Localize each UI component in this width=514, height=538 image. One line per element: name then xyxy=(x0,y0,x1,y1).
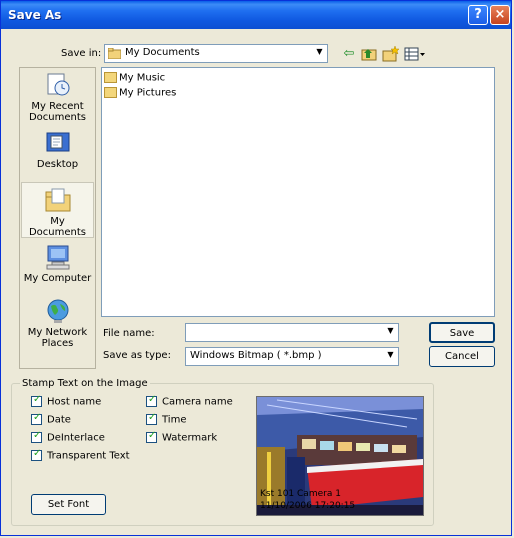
preview-datetime-text: 11/10/2006 17:20:15 xyxy=(260,501,356,511)
desktop-icon xyxy=(46,132,69,152)
chevron-down-icon[interactable]: ▼ xyxy=(313,46,326,61)
place-my-computer[interactable]: My Computer xyxy=(21,244,94,284)
help-icon: ? xyxy=(474,7,482,22)
list-item[interactable]: My Music xyxy=(104,72,165,84)
camera-name-checkbox[interactable]: Camera name xyxy=(146,394,233,408)
transparent-text-checkbox[interactable]: Transparent Text xyxy=(31,448,130,462)
place-my-network-places[interactable]: My Network Places xyxy=(21,298,94,349)
save-in-dropdown[interactable]: My Documents ▼ xyxy=(104,44,328,63)
views-menu-icon[interactable] xyxy=(404,45,426,63)
file-name: My Pictures xyxy=(119,87,177,99)
up-one-level-icon[interactable] xyxy=(361,45,379,63)
checkbox-box[interactable] xyxy=(31,430,42,443)
checkbox-box[interactable] xyxy=(146,394,157,407)
chevron-down-icon[interactable]: ▼ xyxy=(384,349,397,364)
close-button[interactable]: × xyxy=(490,5,510,25)
stamp-preview-image: Kst 101 Camera 1 11/10/2006 17:20:15 xyxy=(256,396,424,516)
folder-icon xyxy=(104,87,117,98)
place-label: My Documents xyxy=(28,216,87,238)
stamp-text-legend: Stamp Text on the Image xyxy=(22,378,148,389)
file-name-label: File name: xyxy=(103,328,155,339)
save-in-label: Save in: xyxy=(61,48,102,59)
checkbox-label: Host name xyxy=(47,396,102,408)
watermark-checkbox[interactable]: Watermark xyxy=(146,430,218,444)
set-font-button[interactable]: Set Font xyxy=(31,494,106,515)
save-button[interactable]: Save xyxy=(429,322,495,343)
file-list[interactable]: My Music My Pictures xyxy=(101,67,495,317)
checkbox-label: Transparent Text xyxy=(47,450,130,462)
places-bar: My Recent Documents Desktop My Documents xyxy=(19,67,96,369)
preview-camera-text: Kst 101 Camera 1 xyxy=(260,489,341,499)
checkbox-label: Date xyxy=(47,414,71,426)
checkbox-label: Watermark xyxy=(162,432,218,444)
back-arrow-icon[interactable]: ⇦ xyxy=(340,45,358,63)
save-as-type-label: Save as type: xyxy=(103,350,171,361)
save-in-value: My Documents xyxy=(125,47,200,58)
place-my-recent-documents[interactable]: My Recent Documents xyxy=(21,72,94,123)
checkbox-box[interactable] xyxy=(31,394,42,407)
file-name-input[interactable]: ▼ xyxy=(185,323,399,342)
close-icon: × xyxy=(494,7,506,22)
checkbox-label: Time xyxy=(162,414,187,426)
deinterlace-checkbox[interactable]: DeInterlace xyxy=(31,430,105,444)
help-button[interactable]: ? xyxy=(468,5,488,25)
folder-icon xyxy=(104,72,117,83)
checkbox-box[interactable] xyxy=(146,412,157,425)
dialog-title: Save As xyxy=(8,8,62,22)
recent-documents-icon xyxy=(47,73,69,96)
list-item[interactable]: My Pictures xyxy=(104,87,176,99)
save-as-type-value: Windows Bitmap ( *.bmp ) xyxy=(190,350,322,361)
place-label: My Recent Documents xyxy=(28,101,87,123)
date-checkbox[interactable]: Date xyxy=(31,412,71,426)
time-checkbox[interactable]: Time xyxy=(146,412,187,426)
my-computer-icon xyxy=(46,245,69,270)
place-label: My Network Places xyxy=(27,327,88,349)
folder-icon xyxy=(108,48,121,59)
place-label: My Computer xyxy=(23,273,92,284)
my-documents-icon xyxy=(45,188,70,212)
save-as-dialog: Save As ? × Save in: My Documents ▼ ⇦ My… xyxy=(0,0,512,536)
cancel-button[interactable]: Cancel xyxy=(429,346,495,367)
checkbox-box[interactable] xyxy=(146,430,157,443)
chevron-down-icon[interactable]: ▼ xyxy=(384,325,397,340)
place-desktop[interactable]: Desktop xyxy=(21,130,94,170)
file-name: My Music xyxy=(119,72,166,84)
checkbox-label: DeInterlace xyxy=(47,432,105,444)
checkbox-box[interactable] xyxy=(31,412,42,425)
place-label: Desktop xyxy=(36,159,79,170)
save-as-type-dropdown[interactable]: Windows Bitmap ( *.bmp ) ▼ xyxy=(185,347,399,366)
place-my-documents[interactable]: My Documents xyxy=(21,182,94,238)
new-folder-icon[interactable] xyxy=(382,45,400,63)
checkbox-box[interactable] xyxy=(31,448,42,461)
checkbox-label: Camera name xyxy=(162,396,233,408)
host-name-checkbox[interactable]: Host name xyxy=(31,394,102,408)
title-bar[interactable]: Save As ? × xyxy=(1,1,511,29)
network-places-icon xyxy=(47,299,68,323)
